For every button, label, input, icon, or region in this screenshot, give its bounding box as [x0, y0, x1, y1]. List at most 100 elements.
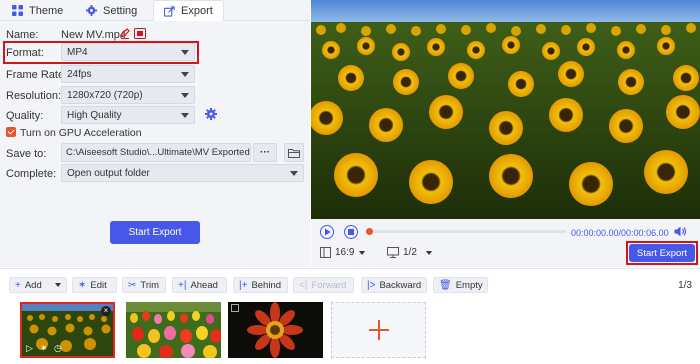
behind-label: Behind [251, 279, 282, 291]
format-highlight-box [3, 41, 199, 64]
browse-more-label: ··· [260, 147, 270, 158]
playback-time: 00:00:00.00/00:00:06.00 [571, 228, 669, 238]
ahead-button[interactable]: +| Ahead [172, 277, 227, 293]
stop-icon [348, 229, 354, 235]
export-settings-panel: Theme Setting Export Name: New MV.mp4 Fo… [0, 0, 310, 267]
add-chevron-down-icon[interactable] [55, 283, 61, 287]
edit-label: Edit [90, 279, 107, 291]
resolution-value: 1280x720 (720p) [67, 89, 143, 101]
trim-label: Trim [140, 279, 160, 291]
gpu-acceleration-checkbox[interactable] [6, 127, 16, 137]
gear-icon [86, 5, 97, 16]
scissors-icon: ✂ [128, 279, 137, 291]
play-icon [325, 228, 331, 236]
timeline-clip-2[interactable] [126, 302, 221, 358]
chevron-down-icon [290, 171, 298, 176]
play-button[interactable] [320, 225, 334, 239]
remove-clip-icon[interactable]: × [101, 306, 111, 316]
resolution-label: Resolution: [6, 90, 62, 102]
tab-bar: Theme Setting Export [0, 0, 310, 21]
save-path-field[interactable]: C:\Aiseesoft Studio\...Ultimate\MV Expor… [61, 143, 251, 162]
page-chevron-down-icon[interactable] [426, 251, 432, 255]
clip-timeline: × ▷ ✶ ◷ [0, 300, 700, 364]
progress-handle[interactable] [366, 228, 373, 235]
add-button[interactable]: + Add [9, 277, 67, 293]
framerate-label: Frame Rate: [6, 69, 68, 81]
clip-duration-icon[interactable]: ◷ [54, 343, 62, 354]
sunflower-field-preview-image [311, 0, 700, 219]
start-export-button[interactable]: Start Export [110, 221, 200, 244]
tab-setting[interactable]: Setting [86, 0, 137, 21]
forward-label: Forward [311, 279, 347, 291]
tab-export-label: Export [181, 5, 213, 17]
clip-type-image-icon [231, 304, 239, 312]
video-file-icon[interactable] [134, 28, 146, 39]
name-label: Name: [6, 29, 39, 41]
browse-path-button[interactable]: ··· [253, 143, 277, 162]
quality-select[interactable]: High Quality [61, 106, 195, 124]
behind-button[interactable]: |+ Behind [233, 277, 288, 293]
forward-button[interactable]: <| Forward [293, 277, 354, 293]
sunflower-thumbnail [22, 304, 113, 356]
quality-label: Quality: [6, 110, 44, 122]
framerate-value: 24fps [67, 68, 92, 80]
resolution-select[interactable]: 1280x720 (720p) [61, 86, 195, 104]
timeline-clip-3[interactable] [228, 302, 323, 358]
folder-icon [288, 148, 300, 158]
progress-track[interactable] [366, 228, 566, 235]
move-forward-icon: <| [299, 279, 308, 291]
volume-icon[interactable] [674, 226, 687, 237]
insert-ahead-icon: +| [178, 279, 187, 291]
theme-grid-icon [12, 5, 23, 16]
preview-page-value[interactable]: 1/2 [403, 247, 417, 258]
magic-wand-icon: ✶ [78, 279, 87, 291]
trash-icon: 🗑 [439, 279, 452, 291]
file-name-value: New MV.mp4 [61, 29, 127, 41]
clip-edit-icon[interactable]: ✶ [40, 343, 48, 354]
tab-theme-label: Theme [29, 4, 64, 17]
timeline-clip-1[interactable]: × ▷ ✶ ◷ [20, 302, 115, 358]
quality-settings-gear-icon[interactable] [205, 108, 217, 120]
complete-action-select[interactable]: Open output folder [61, 164, 304, 182]
clip-toolbar: + Add ✶ Edit ✂ Trim +| Ahead |+ Behind <… [0, 268, 700, 300]
tulip-field-thumbnail [126, 302, 221, 358]
edit-pencil-icon[interactable] [120, 28, 130, 39]
ahead-label: Ahead [190, 279, 218, 291]
stop-button[interactable] [344, 225, 358, 239]
tab-theme[interactable]: Theme [12, 0, 63, 21]
open-folder-button[interactable] [284, 143, 304, 162]
plus-icon [368, 320, 389, 340]
aspect-chevron-down-icon[interactable] [359, 251, 365, 255]
clip-play-icon[interactable]: ▷ [26, 343, 33, 354]
trim-button[interactable]: ✂ Trim [122, 277, 166, 293]
tab-export[interactable]: Export [153, 0, 224, 21]
edit-button[interactable]: ✶ Edit [72, 277, 117, 293]
chevron-down-icon [181, 113, 189, 118]
backward-button[interactable]: |> Backward [361, 277, 427, 293]
backward-label: Backward [379, 279, 422, 291]
framerate-select[interactable]: 24fps [61, 65, 195, 83]
chevron-down-icon [181, 72, 189, 77]
add-clip-placeholder[interactable] [331, 302, 426, 358]
aspect-ratio-value[interactable]: 16:9 [335, 247, 354, 258]
saveto-label: Save to: [6, 148, 47, 160]
complete-label: Complete: [6, 168, 57, 180]
start-export-highlight-box [626, 241, 698, 265]
move-backward-icon: |> [367, 279, 376, 291]
tab-setting-label: Setting [103, 4, 138, 17]
monitor-icon [387, 247, 399, 258]
export-icon [164, 5, 175, 17]
save-path-value: C:\Aiseesoft Studio\...Ultimate\MV Expor… [66, 147, 250, 158]
red-flower-thumbnail [228, 302, 323, 358]
empty-button[interactable]: 🗑 Empty [433, 277, 488, 293]
empty-label: Empty [455, 279, 483, 291]
gpu-acceleration-label: Turn on GPU Acceleration [20, 127, 142, 139]
clip-page-count: 1/3 [678, 280, 692, 291]
player-controls: 00:00:00.00/00:00:06.00 16:9 1/2 Start E… [311, 219, 700, 267]
plus-icon: + [15, 279, 21, 291]
quality-value: High Quality [67, 109, 122, 121]
chevron-down-icon [181, 93, 189, 98]
video-preview [311, 0, 700, 219]
add-label: Add [24, 279, 42, 291]
complete-action-value: Open output folder [67, 167, 150, 179]
